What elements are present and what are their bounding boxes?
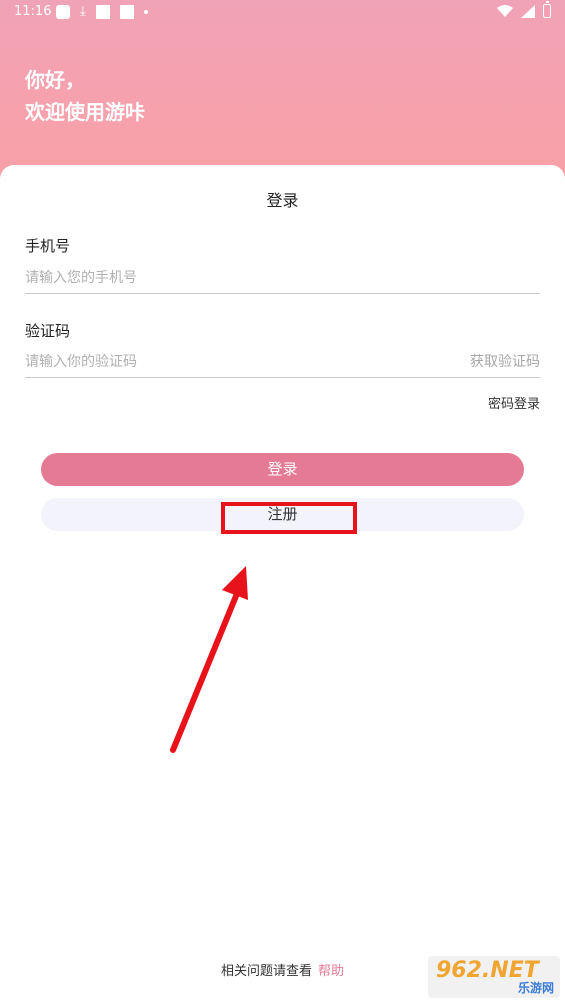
status-time: 11:16 xyxy=(14,4,52,19)
code-label: 验证码 xyxy=(25,322,71,340)
password-login-link[interactable]: 密码登录 xyxy=(488,393,540,412)
status-notification-icons: ⤓ xyxy=(56,4,148,19)
watermark-logo: 962.NET 乐游网 xyxy=(428,956,560,998)
annotation-highlight-box xyxy=(221,502,357,534)
more-dot-icon xyxy=(143,9,148,14)
login-button[interactable]: 登录 xyxy=(41,453,524,486)
code-input[interactable] xyxy=(25,347,540,378)
image-icon xyxy=(119,4,134,19)
help-link[interactable]: 帮助 xyxy=(318,964,344,979)
get-code-button[interactable]: 获取验证码 xyxy=(470,351,540,371)
status-system-icons xyxy=(497,1,551,18)
app-icon xyxy=(95,4,110,19)
login-card: 登录 手机号 验证码 获取验证码 密码登录 登录 注册 xyxy=(0,165,565,1004)
phone-label: 手机号 xyxy=(25,237,71,255)
status-bar: 11:16 ⤓ xyxy=(0,0,565,26)
watermark-bottom: 乐游网 xyxy=(517,981,554,995)
download-icon: ⤓ xyxy=(80,4,86,19)
login-title: 登录 xyxy=(266,191,299,210)
phone-input[interactable] xyxy=(25,263,540,294)
notification-icon xyxy=(56,4,70,19)
footer-text: 相关问题请查看 xyxy=(220,964,312,979)
greeting-line-2: 欢迎使用游咔 xyxy=(25,100,145,124)
signal-icon xyxy=(521,4,535,18)
greeting: 你好， 欢迎使用游咔 xyxy=(25,64,145,128)
annotation-arrow-icon xyxy=(170,566,248,753)
wifi-icon xyxy=(497,5,513,17)
greeting-line-1: 你好， xyxy=(25,68,85,92)
battery-icon xyxy=(543,1,551,18)
